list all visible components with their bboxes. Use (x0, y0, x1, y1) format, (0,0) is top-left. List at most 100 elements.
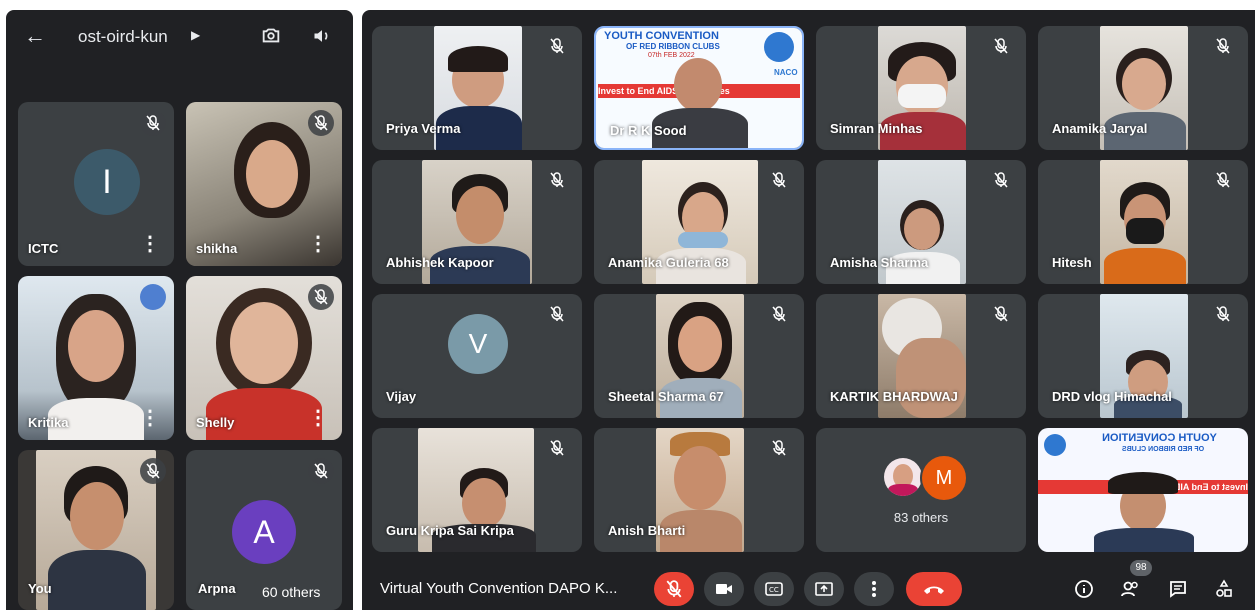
participant-count-badge: 98 (1130, 560, 1152, 576)
participant-tile[interactable]: Shelly ⋮ (186, 276, 342, 440)
participant-tile[interactable]: Amisha Sharma (816, 160, 1026, 284)
participant-tile[interactable]: Abhishek Kapoor (372, 160, 582, 284)
participant-tile[interactable]: Anish Bharti (594, 428, 804, 552)
people-icon[interactable] (1120, 579, 1140, 599)
avatar: A (232, 500, 296, 564)
caret-right-icon[interactable]: ▶ (191, 28, 200, 42)
participant-tile[interactable]: Hitesh (1038, 160, 1248, 284)
person-body (48, 550, 146, 610)
participant-tile[interactable]: Simran Minhas (816, 26, 1026, 150)
person-face (674, 446, 726, 510)
person-face (674, 58, 722, 112)
logo-icon (764, 32, 794, 62)
person-face (68, 310, 124, 382)
chat-icon[interactable] (1168, 579, 1188, 599)
mic-off-icon (1216, 172, 1230, 188)
participant-name: Arpna (198, 581, 236, 596)
mic-off-icon (140, 458, 166, 484)
person-face (70, 482, 124, 550)
participant-tile[interactable]: I ICTC ⋮ (18, 102, 174, 266)
participant-tile-active-speaker[interactable]: YOUTH CONVENTION OF RED RIBBON CLUBS 07t… (594, 26, 804, 150)
person-face (230, 302, 298, 384)
mic-off-icon (994, 38, 1008, 54)
banner-subtitle: OF RED RIBBON CLUBS (626, 42, 720, 51)
mic-toggle-button[interactable] (654, 572, 694, 606)
mic-off-icon (308, 458, 334, 484)
participant-tile[interactable]: Anamika Jaryal (1038, 26, 1248, 150)
participant-tile[interactable]: A Arpna 60 others (186, 450, 342, 610)
meet-toolbar: Virtual Youth Convention DAPO K... CC 98 (362, 560, 1255, 610)
participant-tile[interactable]: shikha ⋮ (186, 102, 342, 266)
banner-title: YOUTH CONVENTION (604, 30, 719, 42)
participant-tile[interactable]: Kritika ⋮ (18, 276, 174, 440)
participant-name: ICTC (28, 241, 59, 256)
participant-name: Amisha Sharma (830, 255, 929, 270)
participant-name: Anamika Guleria 68 (608, 255, 729, 270)
captions-button[interactable]: CC (754, 572, 794, 606)
more-options-button[interactable] (854, 572, 894, 606)
camera-icon (716, 584, 732, 594)
present-button[interactable] (804, 572, 844, 606)
participant-name: Priya Verma (386, 121, 461, 136)
speaking-indicator-icon (140, 284, 166, 310)
mic-off-icon (308, 110, 334, 136)
meeting-title[interactable]: Virtual Youth Convention DAPO K... (380, 580, 617, 597)
person-mask (898, 84, 946, 108)
participant-name: Anamika Jaryal (1052, 121, 1148, 136)
banner-logo-text: NACO (774, 68, 798, 77)
participant-name: Shelly (196, 415, 235, 430)
more-vert-icon[interactable]: ⋮ (308, 234, 328, 254)
activities-icon[interactable] (1214, 579, 1234, 599)
participant-name: Anish Bharti (608, 523, 686, 538)
more-vert-icon[interactable]: ⋮ (140, 408, 160, 428)
avatar-photo (884, 458, 922, 496)
mobile-header: ← ost-oird-kun ▶ (6, 10, 353, 66)
mic-off-icon (994, 306, 1008, 322)
participant-name: Sheetal Sharma 67 (608, 389, 724, 404)
back-arrow-icon[interactable]: ← (24, 23, 46, 49)
others-tile[interactable]: M 83 others (816, 428, 1026, 552)
meeting-code[interactable]: ost-oird-kun (78, 27, 168, 47)
participant-name: Abhishek Kapoor (386, 255, 494, 270)
speaker-icon[interactable] (312, 26, 332, 46)
participant-tile[interactable]: V Vijay (372, 294, 582, 418)
person-face (462, 478, 506, 528)
mic-off-icon (140, 110, 166, 136)
mic-off-icon (772, 440, 786, 456)
mic-off-icon (994, 172, 1008, 188)
person-mask (1126, 218, 1164, 244)
switch-camera-icon[interactable] (260, 24, 282, 46)
others-count-chip[interactable]: 60 others (254, 580, 329, 604)
more-vert-icon[interactable]: ⋮ (140, 234, 160, 254)
end-call-button[interactable] (906, 572, 962, 606)
participant-tile[interactable]: DRD vlog Himachal (1038, 294, 1248, 418)
banner-subtitle-mirrored: OF RED RIBBON CLUBS (1122, 446, 1205, 453)
presentation-tile[interactable]: YOUTH CONVENTION OF RED RIBBON CLUBS Inv… (1038, 428, 1248, 552)
more-vert-icon[interactable]: ⋮ (308, 408, 328, 428)
participant-name: DRD vlog Himachal (1052, 389, 1172, 404)
participant-name: KARTIK BHARDWAJ (830, 389, 958, 404)
mic-off-icon (550, 38, 564, 54)
avatar: V (448, 314, 508, 374)
participant-tile[interactable]: KARTIK BHARDWAJ (816, 294, 1026, 418)
participant-tile[interactable]: Guru Kripa Sai Kripa (372, 428, 582, 552)
person-mask (678, 232, 728, 248)
participant-tile[interactable]: Anamika Guleria 68 (594, 160, 804, 284)
others-count: 83 others (893, 510, 949, 525)
person-face (896, 338, 966, 418)
info-icon[interactable] (1074, 579, 1094, 599)
participant-name: Guru Kripa Sai Kripa (386, 523, 514, 538)
mic-off-icon (666, 580, 682, 598)
participant-tile[interactable]: Priya Verma (372, 26, 582, 150)
person-face (1122, 58, 1166, 110)
mic-off-icon (550, 440, 564, 456)
desktop-meet-window: Priya Verma YOUTH CONVENTION OF RED RIBB… (362, 10, 1255, 610)
participant-tile[interactable]: Sheetal Sharma 67 (594, 294, 804, 418)
self-view-tile[interactable]: You (18, 450, 174, 610)
captions-icon: CC (765, 582, 783, 596)
mic-off-icon (1216, 306, 1230, 322)
participant-name: You (28, 581, 52, 596)
end-call-icon (924, 586, 944, 594)
camera-toggle-button[interactable] (704, 572, 744, 606)
participant-name: Simran Minhas (830, 121, 923, 136)
